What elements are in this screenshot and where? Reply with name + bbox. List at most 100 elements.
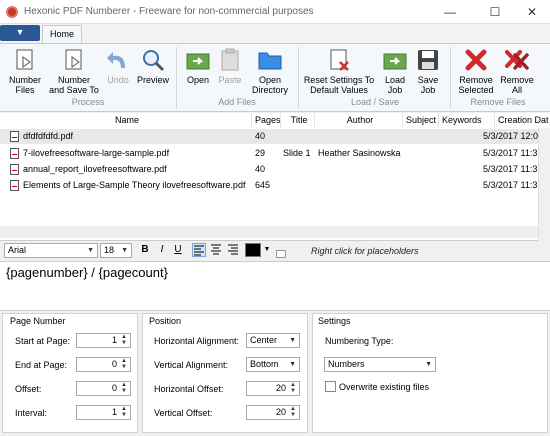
numbering-type-select[interactable]: Numbers ▼ (324, 357, 436, 372)
tab-home[interactable]: Home (42, 25, 82, 44)
vertical-alignment-label: Vertical Alignment: (154, 360, 229, 370)
undo-button[interactable]: Undo (104, 48, 132, 85)
table-row[interactable]: Elements of Large-Sample Theory ilovefre… (0, 178, 550, 193)
save-job-button[interactable]: Save Job (414, 48, 442, 95)
horizontal-scrollbar[interactable] (0, 226, 538, 238)
text-color-swatch[interactable] (245, 243, 261, 257)
app-logo-icon (6, 6, 18, 18)
minimize-icon[interactable]: — (430, 0, 470, 24)
offset-value: 0 (111, 383, 117, 393)
file-author: Heather Sasinowska (318, 148, 401, 158)
file-name: annual_report_ilovefreesoftware.pdf (23, 164, 167, 174)
load-job-button[interactable]: Load Job (380, 48, 410, 95)
end-page-label: End at Page: (15, 360, 68, 370)
number-files-button[interactable]: Number Files (6, 48, 44, 95)
close-icon[interactable]: ✕ (512, 0, 550, 24)
open-directory-label: Open Directory (251, 75, 288, 95)
offset-stepper[interactable]: 0 ▲ ▼ (76, 381, 131, 396)
horizontal-alignment-select[interactable]: Center ▼ (246, 333, 300, 348)
chevron-down-icon: ▼ (425, 361, 432, 368)
chevron-down-icon: ▼ (121, 247, 128, 254)
open-button[interactable]: Open (184, 48, 212, 85)
font-family-value: Arial (8, 245, 27, 255)
column-header-pages[interactable]: Pages (252, 113, 281, 128)
align-center-icon (211, 244, 221, 255)
red-double-x-icon (504, 48, 530, 72)
file-name: Elements of Large-Sample Theory ilovefre… (23, 180, 246, 190)
reset-settings-label: Reset Settings To Default Values (303, 75, 375, 95)
file-name: 7-ilovefreesoftware-large-sample.pdf (23, 148, 170, 158)
interval-value: 1 (111, 407, 117, 417)
app-menu-button[interactable]: ▼ (0, 25, 40, 41)
font-size-value: 18 (104, 245, 115, 255)
settings-title: Settings (318, 316, 351, 326)
vertical-scrollbar[interactable] (538, 128, 550, 241)
align-left-button[interactable] (192, 243, 206, 257)
table-row[interactable]: dfdfdfdfd.pdf 40 5/3/2017 12:00:5 (0, 129, 550, 144)
remove-selected-label: Remove Selected (458, 75, 494, 95)
color-dropdown-chevron-icon[interactable]: ▼ (262, 243, 272, 257)
start-page-stepper[interactable]: 1 ▲ ▼ (76, 333, 131, 348)
font-size-select[interactable]: 18 ▼ (100, 243, 132, 258)
preview-button[interactable]: Preview (136, 48, 170, 85)
chevron-down-icon: ▼ (87, 247, 94, 254)
file-pages: 40 (255, 131, 266, 141)
align-right-icon (228, 244, 238, 255)
italic-button[interactable]: I (155, 243, 169, 257)
group-label-load-save: Load / Save (350, 97, 400, 107)
align-center-button[interactable] (209, 243, 223, 257)
number-and-save-label: Number and Save To (49, 75, 99, 95)
page-number-title: Page Number (10, 316, 66, 326)
file-pages: 29 (255, 148, 266, 158)
file-title: Slide 1 (283, 148, 311, 158)
file-pages: 645 (255, 180, 271, 190)
folder-icon (257, 48, 283, 72)
spinner-arrows-icon[interactable]: ▲ ▼ (119, 334, 129, 346)
paste-button[interactable]: Paste (216, 48, 244, 85)
vertical-offset-label: Vertical Offset: (154, 408, 213, 418)
font-family-select[interactable]: Arial ▼ (4, 243, 98, 258)
folder-open-icon (185, 48, 211, 72)
spinner-arrows-icon[interactable]: ▲ ▼ (119, 382, 129, 394)
spinner-arrows-icon[interactable]: ▲ ▼ (288, 406, 298, 418)
preview-label: Preview (136, 75, 169, 85)
overwrite-files-checkbox[interactable] (325, 381, 336, 392)
resize-grip-icon (276, 250, 286, 258)
group-label-remove-files: Remove Files (470, 97, 526, 107)
ribbon-separator (298, 47, 299, 109)
vertical-alignment-select[interactable]: Bottom ▼ (246, 357, 300, 372)
paste-label: Paste (218, 75, 242, 85)
column-header-title[interactable]: Title (281, 113, 315, 128)
vertical-offset-value: 20 (275, 407, 286, 417)
table-row[interactable]: annual_report_ilovefreesoftware.pdf 40 5… (0, 162, 550, 177)
document-save-arrow-icon (61, 48, 87, 72)
vertical-alignment-value: Bottom (250, 359, 279, 369)
align-left-icon (194, 245, 204, 256)
remove-all-button[interactable]: Remove All (498, 48, 536, 95)
underline-button[interactable]: U (171, 243, 185, 257)
column-header-author[interactable]: Author (315, 113, 403, 128)
horizontal-offset-label: Horizontal Offset: (154, 384, 224, 394)
maximize-icon[interactable]: ☐ (475, 0, 515, 24)
column-header-name[interactable]: Name (0, 113, 252, 128)
remove-selected-button[interactable]: Remove Selected (456, 48, 496, 95)
column-header-subject[interactable]: Subject (403, 113, 439, 128)
column-header-creation-date[interactable]: Creation Dat (495, 113, 550, 128)
column-header-keywords[interactable]: Keywords (439, 113, 495, 128)
table-row[interactable]: 7-ilovefreesoftware-large-sample.pdf 29 … (0, 146, 550, 161)
spinner-arrows-icon[interactable]: ▲ ▼ (119, 358, 129, 370)
horizontal-offset-stepper[interactable]: 20 ▲ ▼ (246, 381, 300, 396)
interval-stepper[interactable]: 1 ▲ ▼ (76, 405, 131, 420)
settings-group (312, 313, 548, 433)
number-and-save-button[interactable]: Number and Save To (48, 48, 100, 95)
start-page-label: Start at Page: (15, 336, 71, 346)
spinner-arrows-icon[interactable]: ▲ ▼ (288, 382, 298, 394)
align-right-button[interactable] (226, 243, 240, 257)
reset-settings-button[interactable]: Reset Settings To Default Values (302, 48, 376, 95)
pdf-file-icon (10, 131, 19, 142)
vertical-offset-stepper[interactable]: 20 ▲ ▼ (246, 405, 300, 420)
bold-button[interactable]: B (138, 243, 152, 257)
spinner-arrows-icon[interactable]: ▲ ▼ (119, 406, 129, 418)
end-page-stepper[interactable]: 0 ▲ ▼ (76, 357, 131, 372)
open-directory-button[interactable]: Open Directory (248, 48, 292, 95)
